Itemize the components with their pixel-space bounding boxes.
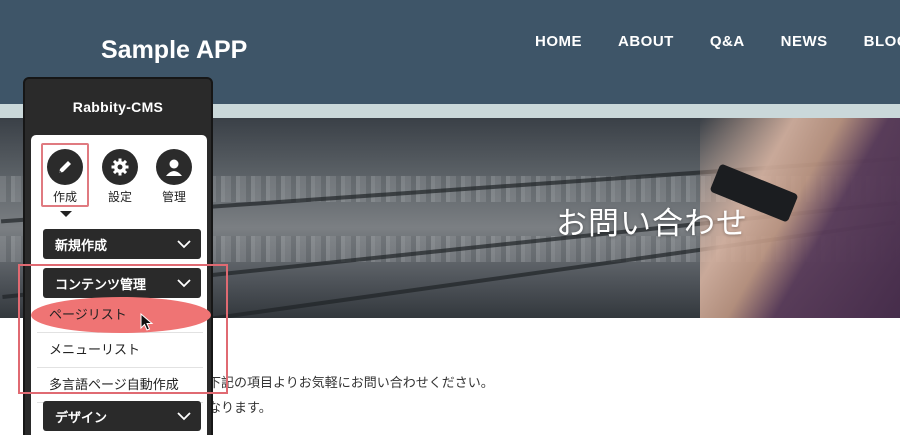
chevron-down-icon (177, 412, 191, 421)
pen-icon (47, 149, 83, 185)
intro-line-1: 下記の項目よりお気軽にお問い合わせください。 (208, 376, 494, 391)
nav-home[interactable]: HOME (535, 33, 582, 50)
nav-news[interactable]: NEWS (781, 33, 828, 50)
tool-manage[interactable]: 管理 (151, 149, 197, 205)
user-icon (156, 149, 192, 185)
category-new-button[interactable]: 新規作成 (43, 229, 201, 259)
intro-text: 下記の項目よりお気軽にお問い合わせください。 なります。 (208, 371, 494, 421)
main-nav: HOME ABOUT Q&A NEWS BLOG (535, 33, 900, 50)
cms-logo: Rabbity-CMS (72, 99, 164, 115)
nav-blog[interactable]: BLOG (864, 33, 900, 50)
tool-settings-label: 設定 (107, 190, 132, 204)
selected-pointer (60, 211, 72, 217)
tool-manage-label: 管理 (161, 190, 186, 204)
highlight-frame (18, 264, 228, 394)
category-design-button[interactable]: デザイン (43, 401, 201, 431)
intro-line-2: なります。 (208, 401, 272, 416)
category-new-label: 新規作成 (55, 238, 108, 254)
tool-create-label: 作成 (52, 190, 77, 204)
gear-icon (102, 149, 138, 185)
hero-title: お問い合わせ (556, 206, 748, 242)
site-title[interactable]: Sample APP (101, 36, 247, 65)
nav-qa[interactable]: Q&A (710, 33, 745, 50)
tool-settings[interactable]: 設定 (97, 149, 143, 205)
nav-about[interactable]: ABOUT (618, 33, 674, 50)
category-design-label: デザイン (55, 410, 108, 426)
tool-create[interactable]: 作成 (41, 143, 89, 207)
mouse-cursor-icon (140, 313, 154, 331)
chevron-down-icon (177, 240, 191, 249)
